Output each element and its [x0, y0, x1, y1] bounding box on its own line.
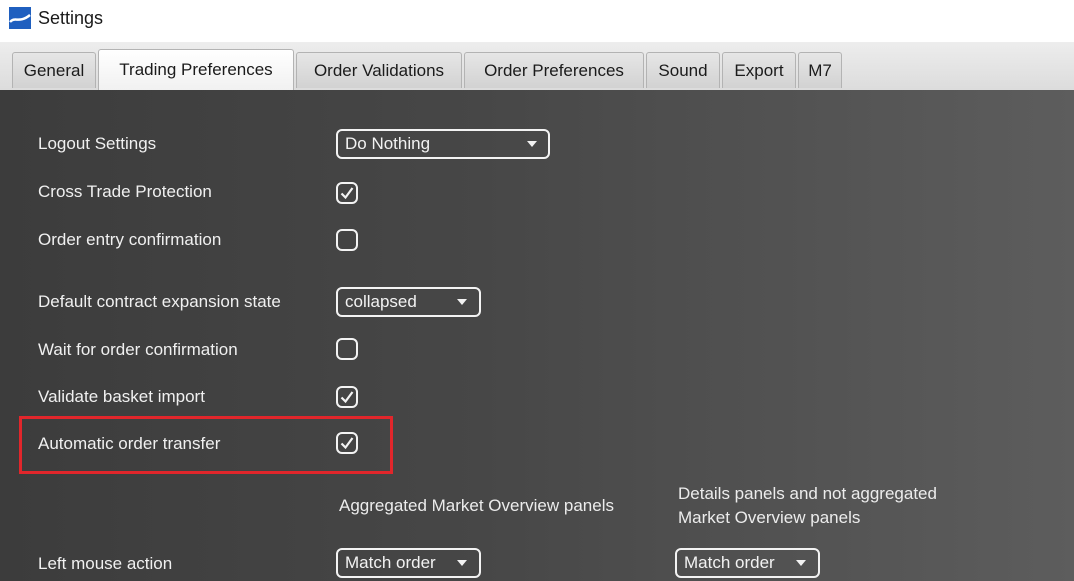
app-logo-icon: [9, 7, 31, 29]
chevron-down-icon: [796, 560, 806, 566]
checkmark-icon: [340, 437, 354, 450]
left-mouse-aggregated-dropdown[interactable]: Match order: [336, 548, 481, 578]
order-entry-confirmation-checkbox[interactable]: [336, 229, 358, 251]
validate-basket-label: Validate basket import: [38, 387, 205, 406]
details-panels-header-line1: Details panels and not aggregated: [678, 484, 937, 503]
tab-order-validations[interactable]: Order Validations: [296, 52, 462, 88]
chevron-down-icon: [527, 141, 537, 147]
cross-trade-protection-checkbox[interactable]: [336, 182, 358, 204]
default-expansion-dropdown[interactable]: collapsed: [336, 287, 481, 317]
details-panels-header-line2: Market Overview panels: [678, 508, 861, 527]
wait-confirmation-checkbox[interactable]: [336, 338, 358, 360]
aggregated-panels-header: Aggregated Market Overview panels: [339, 496, 614, 515]
tab-m7[interactable]: M7: [798, 52, 842, 88]
cross-trade-protection-label: Cross Trade Protection: [38, 182, 212, 201]
automatic-order-transfer-checkbox[interactable]: [336, 432, 358, 454]
logout-settings-dropdown[interactable]: Do Nothing: [336, 129, 550, 159]
tab-trading-preferences[interactable]: Trading Preferences: [98, 49, 294, 90]
left-mouse-action-label: Left mouse action: [38, 554, 173, 573]
logout-settings-label: Logout Settings: [38, 134, 157, 153]
validate-basket-checkbox[interactable]: [336, 386, 358, 408]
wait-confirmation-label: Wait for order confirmation: [38, 340, 238, 359]
checkmark-icon: [340, 187, 354, 200]
logout-settings-value: Do Nothing: [345, 134, 431, 153]
tab-export[interactable]: Export: [722, 52, 796, 88]
tab-bar: General Trading Preferences Order Valida…: [0, 42, 1074, 91]
chevron-down-icon: [457, 299, 467, 305]
order-entry-confirmation-label: Order entry confirmation: [38, 230, 222, 249]
tab-sound[interactable]: Sound: [646, 52, 720, 88]
default-expansion-value: collapsed: [345, 292, 417, 311]
chevron-down-icon: [457, 560, 467, 566]
window-title: Settings: [38, 8, 104, 28]
tab-order-preferences[interactable]: Order Preferences: [464, 52, 644, 88]
checkmark-icon: [340, 391, 354, 404]
tab-general[interactable]: General: [12, 52, 96, 88]
default-expansion-label: Default contract expansion state: [38, 292, 281, 311]
left-mouse-details-dropdown[interactable]: Match order: [675, 548, 820, 578]
left-mouse-aggregated-value: Match order: [345, 553, 436, 572]
title-bar: Settings: [0, 0, 1074, 42]
left-mouse-details-value: Match order: [684, 553, 775, 572]
automatic-order-transfer-label: Automatic order transfer: [38, 434, 221, 453]
